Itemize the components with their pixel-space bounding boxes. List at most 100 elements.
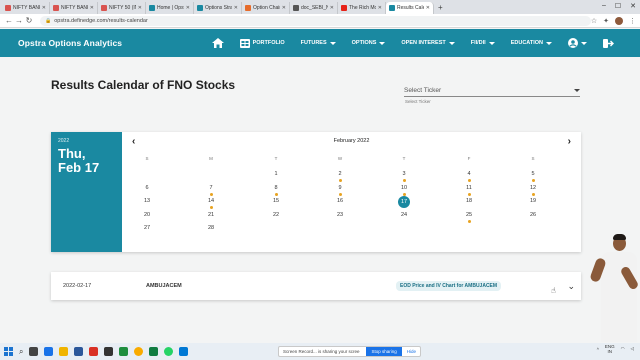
tray-chevron-icon[interactable]: ^ (597, 347, 599, 352)
tab-close-icon[interactable]: ✕ (90, 5, 94, 11)
calendar-day[interactable]: 6 (139, 184, 155, 196)
browser-tab[interactable]: The Rich Mon✕ (338, 2, 386, 14)
nav-portfolio[interactable]: PORTFOLIO (232, 38, 293, 48)
calendar-day[interactable]: 4 (461, 170, 477, 182)
wifi-icon[interactable]: ◠ (621, 346, 625, 352)
selected-year[interactable]: 2022 (58, 138, 115, 144)
calendar-day[interactable]: 7 (203, 184, 219, 196)
app-icon[interactable] (89, 347, 99, 356)
next-month-button[interactable]: › (568, 136, 571, 147)
stop-sharing-button[interactable]: Stop sharing (366, 347, 402, 356)
file-explorer-icon[interactable] (59, 347, 69, 356)
app-icon[interactable] (104, 347, 114, 356)
excel-icon[interactable] (149, 347, 159, 356)
back-icon[interactable]: ← (4, 16, 14, 25)
home-button[interactable] (204, 38, 232, 48)
calendar-day[interactable]: 28 (203, 224, 219, 236)
result-row[interactable]: 2022-02-17 AMBUJACEM EOD Price and IV Ch… (51, 272, 581, 300)
calendar-day[interactable]: 18 (461, 197, 477, 209)
calendar-day[interactable]: 23 (332, 211, 348, 223)
maximize-icon[interactable]: ☐ (615, 2, 621, 10)
tab-close-icon[interactable]: ✕ (234, 5, 238, 11)
search-icon[interactable]: ⌕ (19, 347, 23, 357)
calendar-day-number: 20 (143, 212, 151, 218)
volume-icon[interactable]: ◁ (631, 346, 634, 352)
calendar-day[interactable]: 10 (396, 184, 412, 196)
brand-title[interactable]: Opstra Options Analytics (18, 38, 122, 48)
nav-fii-dii[interactable]: FII/DII (463, 40, 503, 46)
calendar-day[interactable]: 5 (525, 170, 541, 182)
ticker-select[interactable]: Select Ticker (404, 84, 580, 97)
forward-icon[interactable]: → (14, 16, 24, 25)
browser-tab[interactable]: Home | Opstr ✕ (146, 2, 194, 14)
nav-futures[interactable]: FUTURES (293, 40, 344, 46)
calendar-day[interactable]: 16 (332, 197, 348, 209)
chevron-down-icon (379, 41, 386, 45)
expand-chevron-icon[interactable]: ⌄ (567, 281, 575, 292)
star-icon[interactable]: ☆ (591, 17, 597, 25)
edge-icon[interactable] (44, 347, 54, 356)
whatsapp-icon[interactable] (164, 347, 174, 356)
calendar-day[interactable]: 2 (332, 170, 348, 182)
calendar-day[interactable]: 26 (525, 211, 541, 223)
weekday-label: W (337, 156, 343, 161)
task-view-icon[interactable] (29, 347, 39, 356)
nav-options[interactable]: OPTIONS (344, 40, 394, 46)
language-indicator[interactable]: ENG IN (605, 344, 615, 354)
calendar-day[interactable]: 9 (332, 184, 348, 196)
account-menu[interactable] (560, 38, 595, 48)
eod-chart-link[interactable]: EOD Price and IV Chart for AMBUJACEM (396, 281, 502, 291)
reload-icon[interactable]: ↻ (24, 16, 34, 25)
logout-button[interactable] (595, 38, 622, 48)
new-tab-icon[interactable]: + (434, 2, 447, 14)
calendar-day[interactable]: 3 (396, 170, 412, 182)
store-icon[interactable] (74, 347, 84, 356)
browser-tab[interactable]: NIFTY BANK ✕ (2, 2, 50, 14)
calendar-day[interactable]: 27 (139, 224, 155, 236)
nav-open-interest[interactable]: OPEN INTEREST (393, 40, 462, 46)
close-icon[interactable]: ✕ (630, 2, 636, 10)
profile-avatar[interactable] (615, 16, 623, 25)
browser-tab[interactable]: Option Chain ✕ (242, 2, 290, 14)
calendar-day[interactable]: 12 (525, 184, 541, 196)
url-field[interactable]: 🔒 opstra.definedge.com/results-calendar (40, 15, 591, 26)
month-label[interactable]: February 2022 (122, 138, 581, 144)
calendar-day[interactable]: 11 (461, 184, 477, 196)
calendar-day[interactable]: 8 (268, 184, 284, 196)
browser-tab[interactable]: Options Strate✕ (194, 2, 242, 14)
calendar-day[interactable]: 21 (203, 211, 219, 223)
calendar-day[interactable]: 1 (268, 170, 284, 182)
calendar-day-selected[interactable]: 17 (396, 196, 412, 209)
browser-menu-icon[interactable]: ⋮ (629, 17, 636, 25)
browser-tab[interactable]: NIFTY BANK ✕ (50, 2, 98, 14)
windows-start-icon[interactable] (4, 347, 13, 356)
calendar-day[interactable]: 20 (139, 211, 155, 223)
chrome-icon[interactable] (134, 347, 144, 356)
tab-close-icon[interactable]: ✕ (138, 5, 142, 11)
browser-tab[interactable]: NIFTY 50 (IN ✕ (98, 2, 146, 14)
tab-close-icon[interactable]: ✕ (330, 5, 334, 11)
tab-close-icon[interactable]: ✕ (426, 5, 430, 11)
minimize-icon[interactable]: – (602, 2, 606, 10)
calendar-day-number: 21 (207, 212, 215, 218)
extensions-icon[interactable]: ✦ (603, 17, 609, 25)
tab-close-icon[interactable]: ✕ (42, 5, 46, 11)
calendar-day[interactable]: 15 (268, 197, 284, 209)
browser-tab[interactable]: Results Calend✕ (386, 2, 434, 14)
calendar-day[interactable]: 22 (268, 211, 284, 223)
hide-button[interactable]: Hide (407, 349, 416, 354)
tab-favicon-icon (293, 5, 299, 11)
calendar-day-number: 16 (336, 198, 344, 204)
nav-education[interactable]: EDUCATION (503, 40, 560, 46)
calendar-day[interactable]: 25 (461, 211, 477, 223)
calendar-day[interactable]: 13 (139, 197, 155, 209)
tab-close-icon[interactable]: ✕ (186, 5, 190, 11)
tab-close-icon[interactable]: ✕ (378, 5, 382, 11)
tab-close-icon[interactable]: ✕ (282, 5, 286, 11)
app-icon[interactable] (179, 347, 189, 356)
calendar-day[interactable]: 19 (525, 197, 541, 209)
calendar-day[interactable]: 24 (396, 211, 412, 223)
browser-tab[interactable]: doc_SEBI_No✕ (290, 2, 338, 14)
calendar-day[interactable]: 14 (203, 197, 219, 209)
app-icon[interactable] (119, 347, 129, 356)
